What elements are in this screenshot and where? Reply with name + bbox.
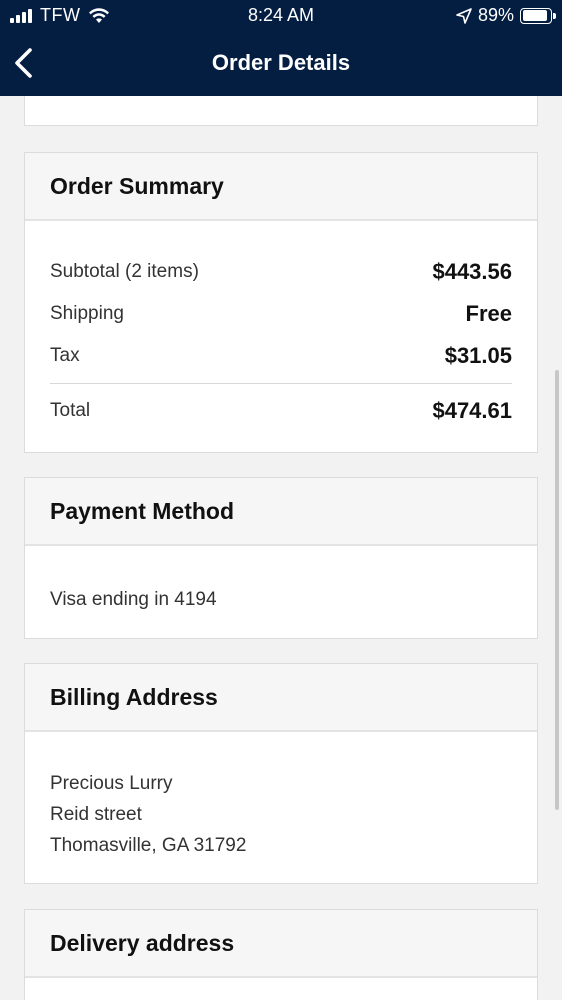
summary-row-tax: Tax $31.05 xyxy=(50,335,512,377)
subtotal-label: Subtotal (2 items) xyxy=(50,261,199,282)
app-header: TFW 8:24 AM 89% Order Details xyxy=(0,0,562,96)
total-label: Total xyxy=(50,400,91,421)
billing-street: Reid street xyxy=(50,804,142,825)
payment-method-title: Payment Method xyxy=(50,497,235,524)
billing-address-header: Billing Address xyxy=(25,664,537,732)
summary-row-shipping: Shipping Free xyxy=(50,293,512,335)
payment-method-body: Visa ending in 4194 xyxy=(25,546,537,615)
shipping-label: Shipping xyxy=(50,303,124,324)
tax-label: Tax xyxy=(50,345,80,366)
summary-row-subtotal: Subtotal (2 items) $443.56 xyxy=(50,251,512,293)
previous-card xyxy=(24,96,538,126)
battery-percent: 89% xyxy=(477,5,514,25)
payment-method-text: Visa ending in 4194 xyxy=(50,589,217,610)
scrollbar[interactable] xyxy=(555,370,559,810)
order-summary-title: Order Summary xyxy=(50,172,224,199)
battery-icon xyxy=(520,7,556,24)
tax-value: $31.05 xyxy=(444,343,512,368)
billing-address-body: Precious Lurry Reid street Thomasville, … xyxy=(25,732,537,861)
delivery-address-title: Delivery address xyxy=(50,929,235,956)
status-right: 89% xyxy=(456,5,556,26)
page-title: Order Details xyxy=(211,50,351,75)
location-arrow-icon xyxy=(456,7,472,24)
battery-fill xyxy=(522,10,547,21)
shipping-value: Free xyxy=(465,301,512,326)
billing-name: Precious Lurry xyxy=(50,773,173,794)
total-value: $474.61 xyxy=(432,398,512,423)
summary-row-total: Total $474.61 xyxy=(50,384,512,438)
order-summary-header: Order Summary xyxy=(25,153,537,221)
subtotal-value: $443.56 xyxy=(432,259,512,284)
delivery-address-header: Delivery address xyxy=(25,910,537,978)
delivery-address-card: Delivery address xyxy=(24,909,538,1000)
order-summary-body: Subtotal (2 items) $443.56 Shipping Free… xyxy=(25,221,537,438)
billing-city-state-zip: Thomasville, GA 31792 xyxy=(50,835,247,856)
order-summary-card: Order Summary Subtotal (2 items) $443.56… xyxy=(24,152,538,453)
scroll-content[interactable]: Order Summary Subtotal (2 items) $443.56… xyxy=(0,96,562,1000)
payment-method-header: Payment Method xyxy=(25,478,537,546)
billing-address-title: Billing Address xyxy=(50,683,218,710)
status-bar: TFW 8:24 AM 89% xyxy=(0,0,562,32)
billing-address-card: Billing Address Precious Lurry Reid stre… xyxy=(24,663,538,884)
payment-method-card: Payment Method Visa ending in 4194 xyxy=(24,477,538,639)
